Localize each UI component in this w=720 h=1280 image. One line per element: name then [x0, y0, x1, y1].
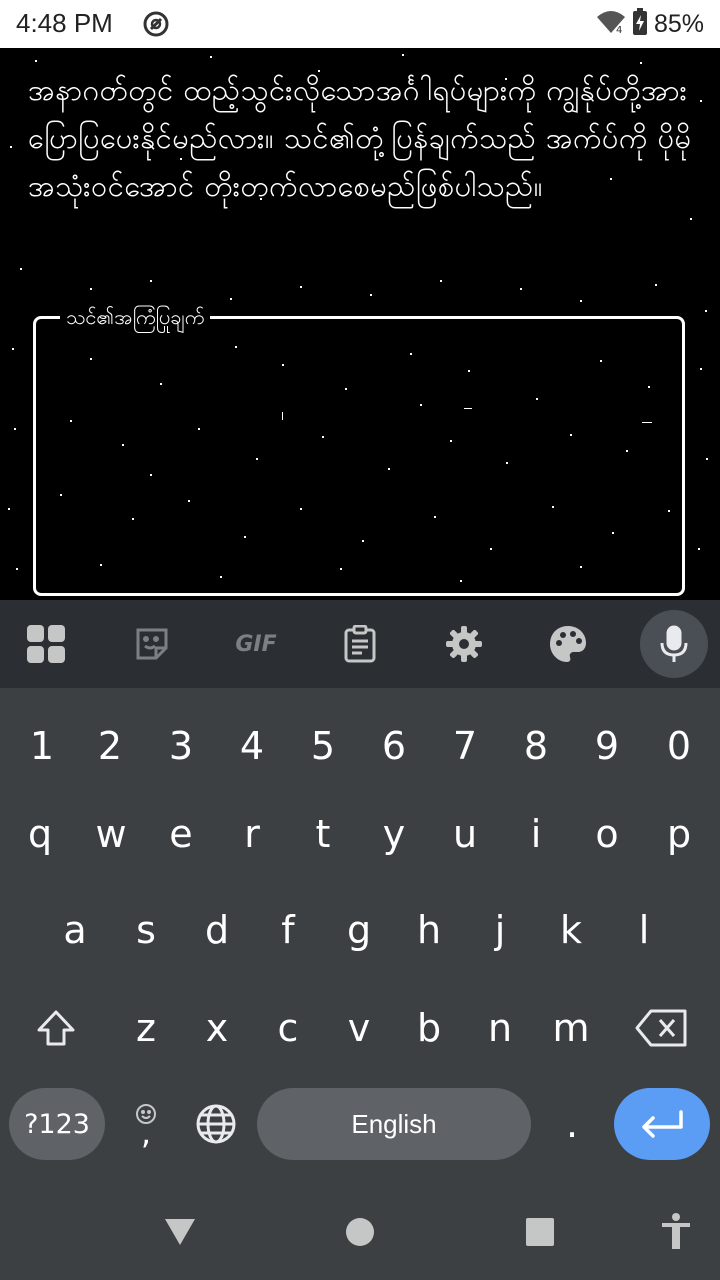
key-6[interactable]: 6	[362, 706, 426, 786]
notification-icon	[142, 10, 170, 38]
emoji-comma-key[interactable]: ,	[120, 1088, 172, 1160]
feedback-input[interactable]	[46, 331, 672, 583]
key-k[interactable]: k	[539, 890, 603, 970]
palette-icon[interactable]	[542, 618, 594, 670]
key-9[interactable]: 9	[575, 706, 639, 786]
key-s[interactable]: s	[114, 890, 178, 970]
key-c[interactable]: c	[256, 988, 320, 1068]
key-z[interactable]: z	[114, 988, 178, 1068]
key-q[interactable]: q	[8, 794, 72, 874]
keyboard: 1 2 3 4 5 6 7 8 9 0 q w e r t y u i o p …	[0, 688, 720, 1180]
key-n[interactable]: n	[468, 988, 532, 1068]
sticker-icon[interactable]	[126, 618, 178, 670]
status-time: 4:48 PM	[16, 8, 113, 38]
backspace-icon[interactable]	[626, 988, 698, 1068]
key-m[interactable]: m	[539, 988, 603, 1068]
keyboard-toolbar: GIF	[0, 600, 720, 688]
feedback-field[interactable]: သင်၏အကြံပြုချက်	[33, 303, 685, 596]
key-e[interactable]: e	[149, 794, 213, 874]
key-y[interactable]: y	[362, 794, 426, 874]
navigation-bar	[0, 1180, 720, 1280]
key-5[interactable]: 5	[291, 706, 355, 786]
svg-text:4: 4	[616, 25, 622, 35]
status-right: 4 85%	[596, 8, 704, 40]
key-t[interactable]: t	[291, 794, 355, 874]
enter-icon[interactable]	[614, 1088, 710, 1160]
wifi-icon: 4	[596, 9, 626, 39]
key-r[interactable]: r	[220, 794, 284, 874]
feedback-field-label: သင်၏အကြံပြုချက်	[60, 303, 211, 331]
key-h[interactable]: h	[397, 890, 461, 970]
key-g[interactable]: g	[327, 890, 391, 970]
settings-gear-icon[interactable]	[438, 618, 490, 670]
key-d[interactable]: d	[185, 890, 249, 970]
globe-icon[interactable]	[188, 1088, 244, 1160]
nav-recents-icon[interactable]	[516, 1208, 564, 1256]
period-key[interactable]: .	[540, 1084, 604, 1164]
comma-label: ,	[140, 1114, 152, 1152]
battery-charging-icon	[632, 8, 648, 40]
key-o[interactable]: o	[575, 794, 639, 874]
key-4[interactable]: 4	[220, 706, 284, 786]
nav-back-icon[interactable]	[156, 1208, 204, 1256]
symbols-key[interactable]: ?123	[9, 1088, 105, 1160]
accessibility-icon[interactable]	[654, 1210, 698, 1254]
key-j[interactable]: j	[468, 890, 532, 970]
key-w[interactable]: w	[79, 794, 143, 874]
shift-icon[interactable]	[20, 988, 92, 1068]
key-7[interactable]: 7	[433, 706, 497, 786]
key-i[interactable]: i	[504, 794, 568, 874]
nav-home-icon[interactable]	[336, 1208, 384, 1256]
key-0[interactable]: 0	[647, 706, 711, 786]
mic-icon[interactable]	[640, 610, 708, 678]
key-x[interactable]: x	[185, 988, 249, 1068]
feedback-description: အနာဂတ်တွင် ထည့်သွင်းလိုသောအင်္ဂါရပ်များက…	[28, 73, 692, 203]
key-2[interactable]: 2	[78, 706, 142, 786]
gif-icon[interactable]: GIF	[228, 618, 284, 670]
status-bar: 4:48 PM 4 85%	[0, 0, 720, 48]
feedback-screen: အနာဂတ်တွင် ထည့်သွင်းလိုသောအင်္ဂါရပ်များက…	[0, 48, 720, 600]
key-a[interactable]: a	[43, 890, 107, 970]
space-key[interactable]: English	[257, 1088, 531, 1160]
battery-percentage: 85%	[653, 9, 704, 38]
key-u[interactable]: u	[433, 794, 497, 874]
key-8[interactable]: 8	[504, 706, 568, 786]
key-p[interactable]: p	[647, 794, 711, 874]
key-v[interactable]: v	[327, 988, 391, 1068]
key-l[interactable]: l	[612, 890, 676, 970]
apps-grid-icon[interactable]	[20, 618, 72, 670]
clipboard-icon[interactable]	[334, 618, 386, 670]
gif-label: GIF	[235, 631, 277, 657]
key-b[interactable]: b	[397, 988, 461, 1068]
key-1[interactable]: 1	[10, 706, 74, 786]
key-f[interactable]: f	[256, 890, 320, 970]
key-3[interactable]: 3	[149, 706, 213, 786]
